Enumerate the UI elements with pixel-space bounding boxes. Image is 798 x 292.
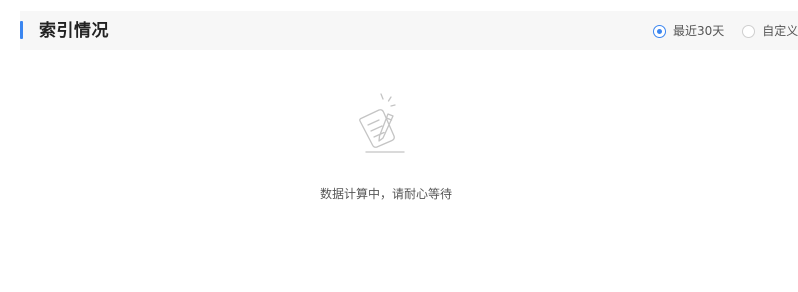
section-header: 索引情况 最近30天 自定义日 xyxy=(20,11,798,50)
radio-last-30-days[interactable]: 最近30天 xyxy=(653,23,724,39)
section-title: 索引情况 xyxy=(39,21,109,41)
radio-checked-icon[interactable] xyxy=(653,24,666,38)
radio-unchecked-icon[interactable] xyxy=(742,24,756,38)
radio-label-custom-date[interactable]: 自定义日 xyxy=(762,23,798,39)
notepad-pencil-icon xyxy=(359,93,405,153)
empty-state: 数据计算中，请耐心等待 xyxy=(0,88,798,202)
empty-state-message: 数据计算中，请耐心等待 xyxy=(319,187,452,201)
radio-custom-date[interactable]: 自定义日 xyxy=(742,23,798,39)
date-range-radio-group: 最近30天 自定义日 xyxy=(653,23,798,39)
radio-label-last-30-days[interactable]: 最近30天 xyxy=(673,23,724,39)
section-accent-bar xyxy=(20,21,23,39)
